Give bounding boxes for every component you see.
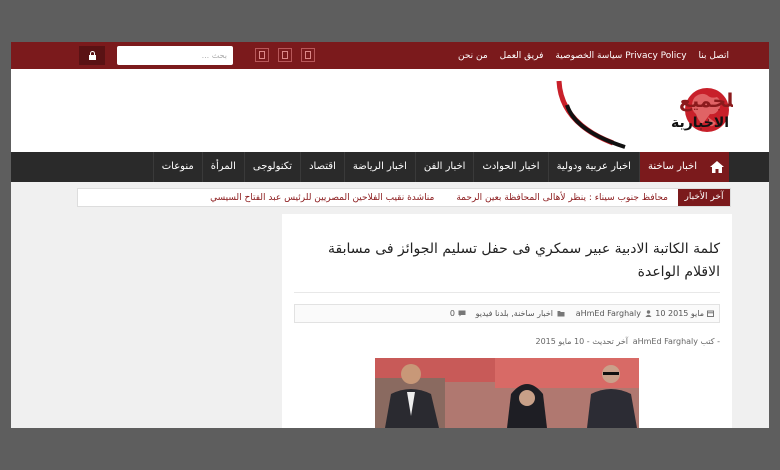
site-header: بلدنا للجميع الاخبارية: [11, 69, 769, 152]
article-categories[interactable]: اخبار ساخنة, بلدنا فيديو: [476, 305, 553, 322]
folder-icon: [557, 311, 565, 317]
byline-prefix: كتب -: [700, 337, 720, 346]
search-input[interactable]: بحث ...: [117, 46, 233, 65]
article-date: 10 مايو 2015: [655, 309, 704, 318]
social-icon[interactable]: [278, 48, 292, 62]
logo-text-line1: بلدنا للجميع: [679, 90, 733, 112]
top-bar: اتصل بنا سياسة الخصوصية Privacy Policy ف…: [11, 42, 769, 69]
comment-icon: [458, 310, 466, 317]
nav-items: اخبار ساخنة اخبار عربية ودولية اخبار الح…: [152, 152, 705, 182]
ticker-item[interactable]: محافظ جنوب سيناء : ينظر لأهالى المحافظة …: [456, 193, 668, 203]
last-update: آخر تحديث - 10 مايو 2015: [535, 337, 629, 346]
title-divider: [294, 292, 720, 293]
nav-item-sports[interactable]: اخبار الرياضة: [343, 152, 415, 182]
byline-author[interactable]: aHmEd Farghaly: [633, 336, 698, 348]
top-link-contact[interactable]: اتصل بنا: [699, 51, 729, 61]
social-icon[interactable]: [301, 48, 315, 62]
nav-item-misc[interactable]: منوعات: [152, 152, 202, 182]
top-link-team[interactable]: فريق العمل: [500, 51, 544, 61]
logo-text-line2: الاخبارية: [671, 115, 729, 131]
nav-item-art[interactable]: اخبار الفن: [414, 152, 474, 182]
top-link-privacy[interactable]: سياسة الخصوصية Privacy Policy: [555, 51, 686, 61]
ticker-label: آخر الأخبار: [678, 189, 730, 206]
site-logo[interactable]: بلدنا للجميع الاخبارية: [555, 77, 733, 149]
home-icon: [710, 161, 724, 173]
nav-item-economy[interactable]: اقتصاد: [300, 152, 344, 182]
top-link-about[interactable]: من نحن: [458, 51, 488, 61]
nav-item-world-news[interactable]: اخبار عربية ودولية: [547, 152, 639, 182]
social-icon[interactable]: [255, 48, 269, 62]
login-button[interactable]: [79, 46, 105, 65]
article-photo: [375, 358, 639, 428]
page: اتصل بنا سياسة الخصوصية Privacy Policy ف…: [11, 42, 769, 428]
article-card: كلمة الكاتبة الادبية عبير سمكري فى حفل ت…: [282, 214, 732, 428]
nav-item-women[interactable]: المرأة: [201, 152, 244, 182]
article-comments[interactable]: 0: [450, 305, 455, 322]
user-icon: [645, 310, 652, 317]
lock-icon: [88, 50, 96, 60]
main-nav: اخبار ساخنة اخبار عربية ودولية اخبار الح…: [11, 152, 769, 182]
calendar-icon: [707, 310, 714, 317]
article-author[interactable]: aHmEd Farghaly: [576, 305, 641, 322]
ticker-item[interactable]: مناشدة نقيب الفلاحين المصريين للرئيس عبد…: [210, 193, 434, 203]
article-meta: 10 مايو 2015 aHmEd Farghaly اخبار ساخنة,…: [294, 304, 720, 323]
news-ticker: آخر الأخبار محافظ جنوب سيناء : ينظر لأها…: [77, 188, 731, 207]
nav-item-accidents[interactable]: اخبار الحوادث: [473, 152, 547, 182]
article-title[interactable]: كلمة الكاتبة الادبية عبير سمكري فى حفل ت…: [300, 238, 720, 284]
nav-item-hot-news[interactable]: اخبار ساخنة: [638, 152, 705, 182]
nav-home[interactable]: [705, 152, 729, 182]
top-links: اتصل بنا سياسة الخصوصية Privacy Policy ف…: [458, 42, 729, 69]
ticker-items: محافظ جنوب سيناء : ينظر لأهالى المحافظة …: [210, 189, 668, 206]
search-placeholder: بحث ...: [201, 51, 227, 60]
nav-item-technology[interactable]: تكنولوجى: [243, 152, 300, 182]
